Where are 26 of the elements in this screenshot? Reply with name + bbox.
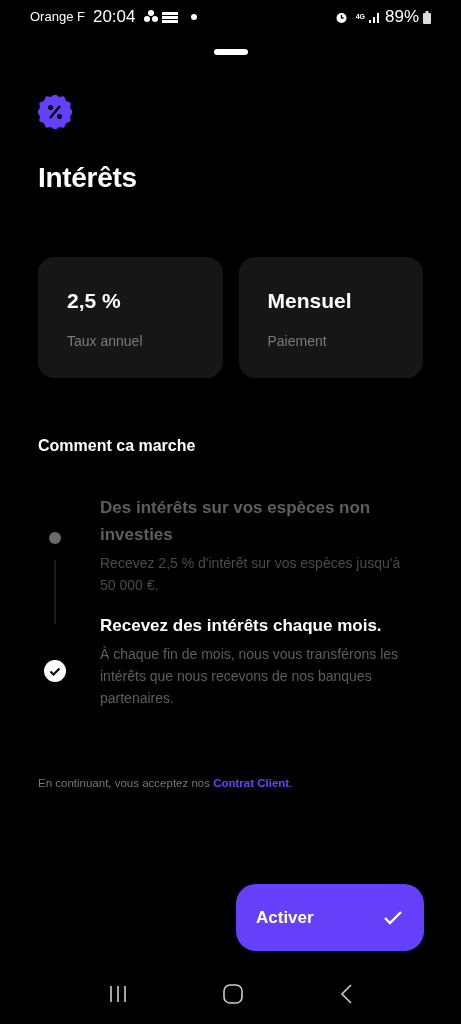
dot-icon <box>191 14 198 20</box>
step-title: Des intérêts sur vos espèces non investies <box>100 496 372 546</box>
stat-value: Mensuel <box>267 288 353 314</box>
check-icon <box>384 910 402 925</box>
legal-text: En continuant, vous acceptez nos Contrat Client. <box>38 775 294 791</box>
drag-handle <box>213 49 248 55</box>
section-heading: Comment ca marche <box>38 435 197 456</box>
home-icon[interactable] <box>223 984 244 1004</box>
step-description: Recevez 2,5 % d'intérêt sur vos espèces jusqu'à 50 000 €. <box>100 553 402 595</box>
stat-label: Paiement <box>267 331 328 351</box>
carrier-name: Orange F <box>30 8 85 27</box>
step-description: À chaque fin de mois, nous vous transférons les intérêts que nous recevons de nos banques partenaires. <box>100 644 400 708</box>
stat-value: 2,5 % <box>67 288 122 314</box>
battery-icon <box>423 10 431 24</box>
step-title: Recevez des intérêts chaque mois. <box>100 614 383 637</box>
alarm-icon <box>334 10 348 24</box>
recent-apps-icon[interactable] <box>107 984 128 1004</box>
percent-badge-icon <box>38 95 72 129</box>
page-title: Intérêts <box>38 161 138 195</box>
notification-icon <box>143 10 180 24</box>
clock-time: 20:04 <box>92 6 136 29</box>
signal-icon <box>368 11 381 23</box>
back-icon[interactable] <box>339 984 354 1004</box>
battery-level: 89% <box>384 6 419 29</box>
activate-button[interactable]: Activer <box>236 884 424 951</box>
stat-label: Taux annuel <box>67 331 144 351</box>
